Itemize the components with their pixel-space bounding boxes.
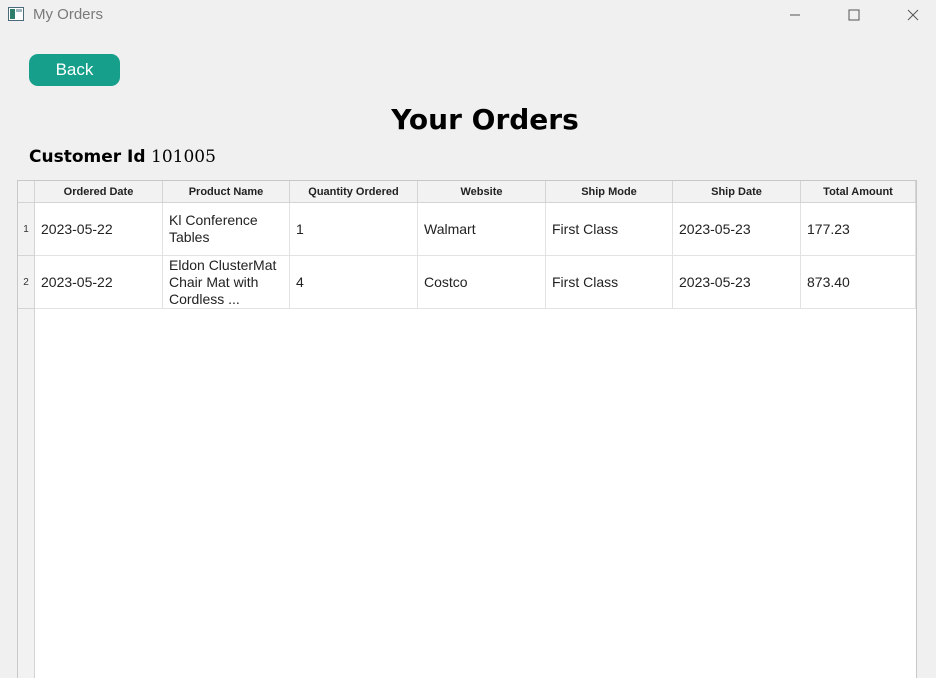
column-header-total-amount[interactable]: Total Amount <box>801 181 916 203</box>
my-orders-window: My Orders Back Your Orders Customer Id 1… <box>0 0 936 678</box>
window-title: My Orders <box>33 6 104 23</box>
page-title: Your Orders <box>391 103 579 136</box>
minimize-button[interactable] <box>772 0 818 30</box>
table-header: Ordered Date Product Name Quantity Order… <box>35 181 916 203</box>
column-header-ordered-date[interactable]: Ordered Date <box>35 181 163 203</box>
app-icon <box>8 7 24 21</box>
column-header-ship-date[interactable]: Ship Date <box>673 181 801 203</box>
cell-total-amount[interactable]: 177.23 <box>801 203 916 256</box>
column-header-ship-mode[interactable]: Ship Mode <box>546 181 673 203</box>
maximize-icon <box>848 9 860 21</box>
table-row[interactable]: 2 2023-05-22 Eldon ClusterMat Chair Mat … <box>18 256 916 309</box>
cell-product-name[interactable]: Kl Conference Tables <box>163 203 290 256</box>
table-body: 1 2023-05-22 Kl Conference Tables 1 Walm… <box>18 203 916 309</box>
cell-ordered-date[interactable]: 2023-05-22 <box>35 256 163 309</box>
minimize-icon <box>790 14 800 16</box>
cell-quantity-ordered[interactable]: 1 <box>290 203 418 256</box>
row-number[interactable]: 1 <box>18 203 35 256</box>
orders-table[interactable]: Ordered Date Product Name Quantity Order… <box>17 180 917 678</box>
cell-ship-mode[interactable]: First Class <box>546 203 673 256</box>
column-header-website[interactable]: Website <box>418 181 546 203</box>
cell-total-amount[interactable]: 873.40 <box>801 256 916 309</box>
column-header-product-name[interactable]: Product Name <box>163 181 290 203</box>
table-corner-button[interactable] <box>18 181 35 203</box>
cell-ordered-date[interactable]: 2023-05-22 <box>35 203 163 256</box>
title-bar: My Orders <box>0 0 936 32</box>
column-header-quantity-ordered[interactable]: Quantity Ordered <box>290 181 418 203</box>
cell-ship-mode[interactable]: First Class <box>546 256 673 309</box>
customer-id-label: Customer Id <box>29 147 146 167</box>
table-row[interactable]: 1 2023-05-22 Kl Conference Tables 1 Walm… <box>18 203 916 256</box>
close-button[interactable] <box>890 0 936 30</box>
cell-ship-date[interactable]: 2023-05-23 <box>673 203 801 256</box>
row-number[interactable]: 2 <box>18 256 35 309</box>
cell-quantity-ordered[interactable]: 4 <box>290 256 418 309</box>
close-icon <box>907 9 919 21</box>
cell-product-name[interactable]: Eldon ClusterMat Chair Mat with Cordless… <box>163 256 290 309</box>
cell-website[interactable]: Walmart <box>418 203 546 256</box>
back-button[interactable]: Back <box>29 54 120 86</box>
cell-website[interactable]: Costco <box>418 256 546 309</box>
cell-ship-date[interactable]: 2023-05-23 <box>673 256 801 309</box>
customer-id-value: 101005 <box>151 147 216 167</box>
maximize-button[interactable] <box>831 0 877 30</box>
